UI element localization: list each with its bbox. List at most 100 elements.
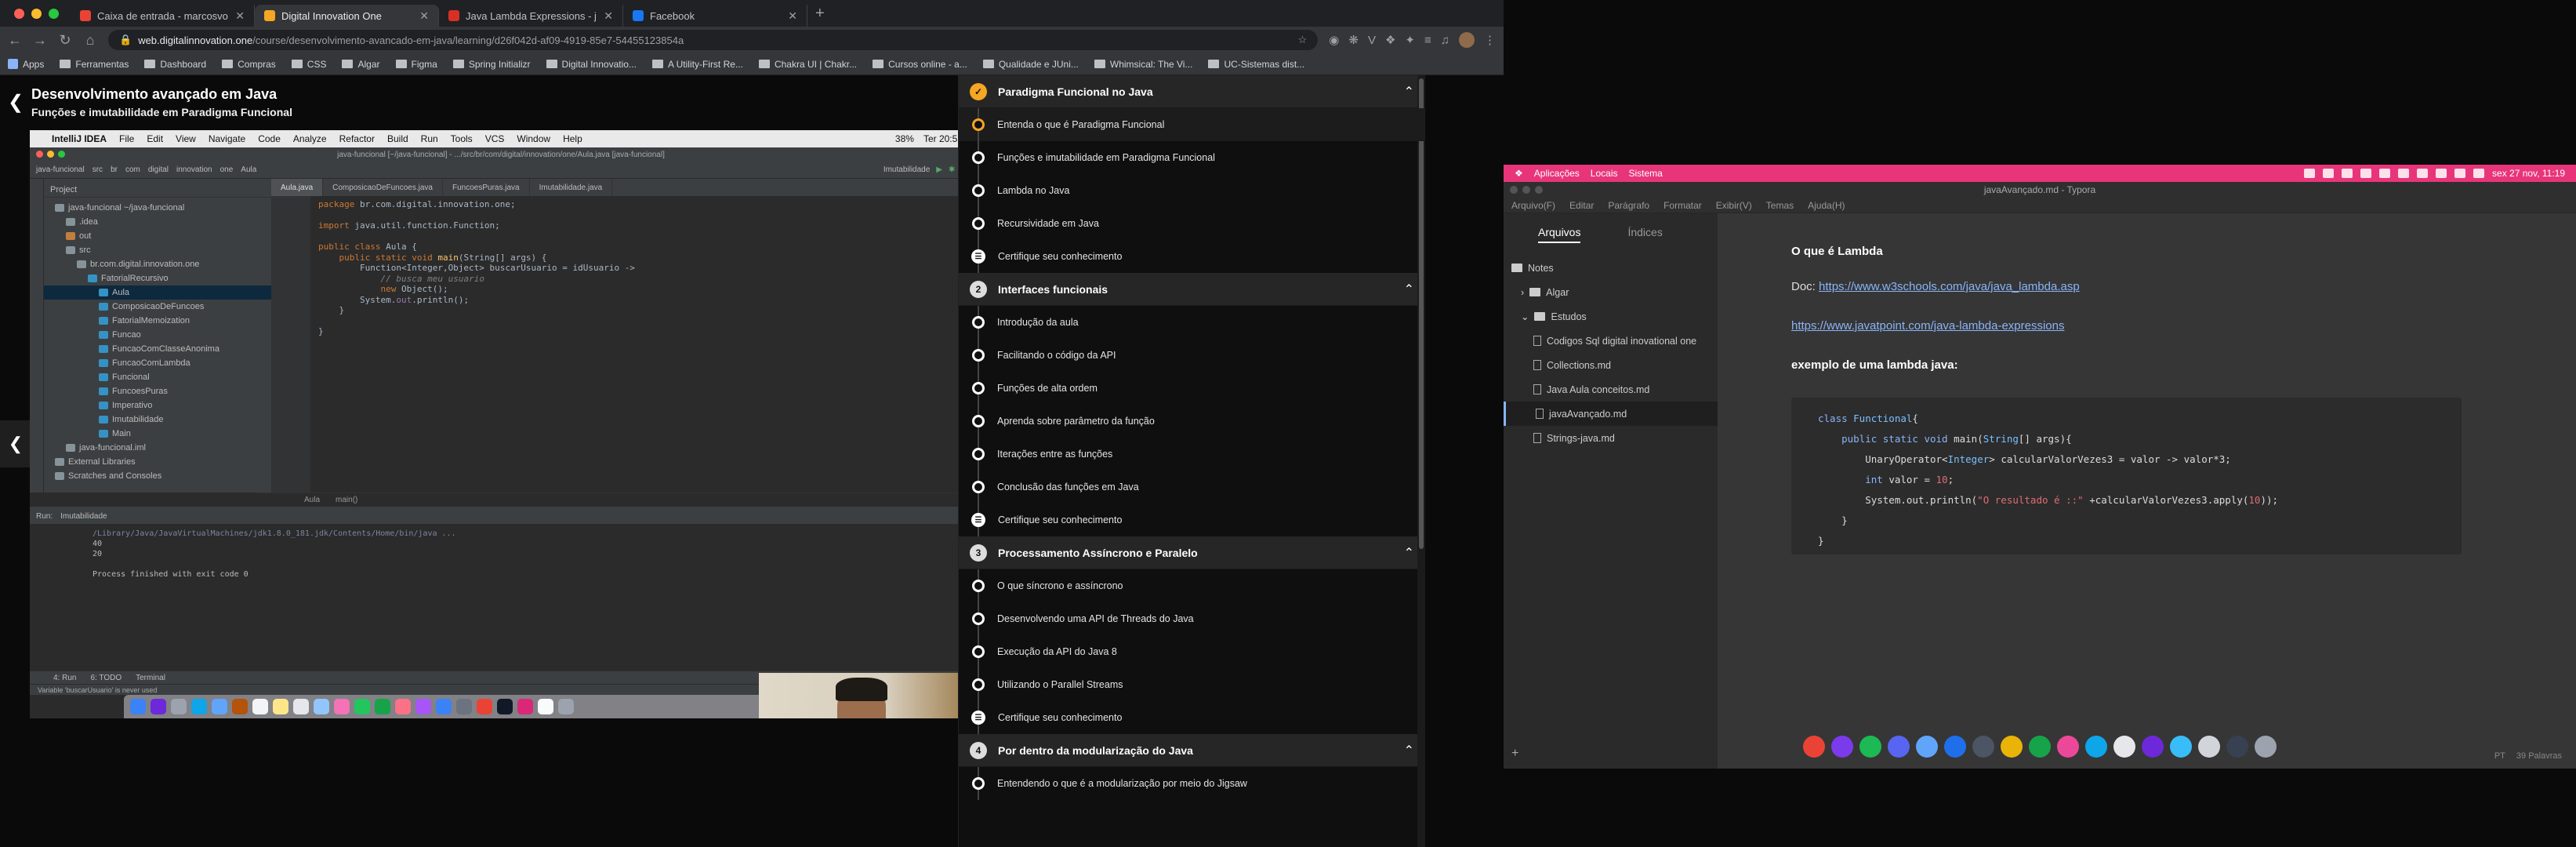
app-icon[interactable] [1831,736,1853,758]
lesson-item[interactable]: Desenvolvendo uma API de Threads do Java [959,602,1425,635]
chevron-up-icon[interactable]: ⌃ [1404,282,1414,297]
file-tree-item[interactable]: Java Aula conceitos.md [1504,377,1718,402]
file-tree-item[interactable]: javaAvançado.md [1504,402,1718,426]
app-icon[interactable] [2142,736,2164,758]
close-window-button[interactable] [1510,186,1518,194]
typora-menu-item[interactable]: Formatar [1664,200,1702,211]
app-icon[interactable] [2085,736,2107,758]
module-header[interactable]: 2 Interfaces funcionais ⌃ [959,273,1425,306]
maximize-window-button[interactable] [1535,186,1543,194]
bookmark-item[interactable]: Apps [8,59,44,70]
document-area[interactable]: O que é Lambda Doc: https://www.w3school… [1718,213,2576,769]
lesson-item[interactable]: Execução da API do Java 8 [959,635,1425,668]
bookmark-item[interactable]: A Utility-First Re... [651,59,743,70]
address-bar[interactable]: 🔒 web.digitalinnovation.one/course/desen… [108,30,1319,50]
back-arrow-icon[interactable]: ❮ [8,91,24,114]
bookmark-item[interactable]: Dashboard [144,59,206,70]
close-tab-icon[interactable]: ✕ [235,9,245,23]
lesson-item[interactable]: Entendendo o que é a modularização por m… [959,767,1425,800]
bookmark-item[interactable]: Algar [342,59,380,70]
file-tree-item[interactable]: Notes [1504,256,1718,280]
spotify-icon[interactable] [1859,736,1881,758]
app-icon[interactable] [2029,736,2051,758]
lesson-item[interactable]: Funções de alta ordem [959,372,1425,405]
queue-icon[interactable]: ≡ [1424,34,1431,47]
prev-lesson-icon[interactable]: ❮ [0,420,31,467]
star-icon[interactable]: ☆ [1298,34,1308,46]
menu-icon[interactable]: ⋮ [1484,33,1496,47]
lesson-item[interactable]: Introdução da aula [959,306,1425,339]
tab-files[interactable]: Arquivos [1538,226,1581,243]
lesson-item[interactable]: Utilizando o Parallel Streams [959,668,1425,701]
lesson-item[interactable]: Facilitando o código da API [959,339,1425,372]
battery-icon[interactable] [2473,169,2485,178]
typora-menu-item[interactable]: Editar [1569,200,1594,211]
close-tab-icon[interactable]: ✕ [788,9,797,23]
close-tab-icon[interactable]: ✕ [604,9,613,23]
module-header[interactable]: 4 Por dentro da modularização do Java ⌃ [959,734,1425,767]
shield-icon[interactable] [2417,169,2429,178]
close-tab-icon[interactable]: ✕ [419,9,429,23]
tray-icon[interactable] [2360,169,2372,178]
lesson-item[interactable]: ☰ Certifique seu conhecimento [959,701,1425,734]
bluetooth-icon[interactable] [2398,169,2410,178]
app-icon[interactable] [2001,736,2023,758]
monitor-icon[interactable] [2379,169,2391,178]
typora-menu-item[interactable]: Parágrafo [1608,200,1649,211]
chrome-icon[interactable] [1803,736,1825,758]
back-icon[interactable]: ← [8,32,22,49]
module-header[interactable]: ✓ Paradigma Funcional no Java ⌃ [959,75,1425,108]
bookmark-item[interactable]: UC-Sistemas dist... [1208,59,1304,70]
lesson-item[interactable]: O que síncrono e assíncrono [959,569,1425,602]
file-tree-item[interactable]: ⌄ Estudos [1504,304,1718,329]
app-icon[interactable] [2170,736,2192,758]
code-block[interactable]: class Functional{ public static void mai… [1791,398,2462,554]
bookmark-item[interactable]: Figma [395,59,437,70]
lesson-item[interactable]: Entenda o que é Paradigma Funcional [959,108,1425,141]
module-header[interactable]: 3 Processamento Assíncrono e Paralelo ⌃ [959,536,1425,569]
extension-icon[interactable]: ◉ [1329,33,1339,47]
maximize-window-button[interactable] [49,9,59,19]
settings-icon[interactable] [2255,736,2277,758]
doc-link-javatpoint[interactable]: https://www.javatpoint.com/java-lambda-e… [1791,319,2065,333]
browser-tab[interactable]: Caixa de entrada - marcosvo ✕ [71,5,255,27]
chevron-up-icon[interactable]: ⌃ [1404,545,1414,561]
discord-icon[interactable] [2323,169,2335,178]
minimize-window-button[interactable] [31,9,42,19]
volume-icon[interactable] [2454,169,2466,178]
discord-icon[interactable] [1888,736,1910,758]
tab-outline[interactable]: Índices [1627,226,1662,248]
app-icon[interactable] [1916,736,1938,758]
bookmark-item[interactable]: Ferramentas [60,59,129,70]
video-player[interactable]: IntelliJ IDEA File Edit View Navigate Code Ana… [30,130,972,718]
panel-menu-apps[interactable]: Aplicações [1534,168,1580,179]
browser-tab[interactable]: Facebook ✕ [623,5,807,27]
panel-clock[interactable]: sex 27 nov, 11:19 [2492,168,2565,179]
panel-menu-system[interactable]: Sistema [1628,168,1662,179]
app-icon[interactable] [2198,736,2220,758]
typora-icon[interactable] [2113,736,2135,758]
wifi-icon[interactable] [2436,169,2447,178]
lesson-item[interactable]: Conclusão das funções em Java [959,471,1425,503]
bookmark-item[interactable]: Qualidade e JUni... [982,59,1079,70]
close-window-button[interactable] [14,9,24,19]
file-tree-item[interactable]: Strings-java.md [1504,426,1718,450]
bookmark-item[interactable]: Chakra UI | Chakr... [758,59,857,70]
tray-icon[interactable] [2342,169,2353,178]
file-tree-item[interactable]: Collections.md [1504,353,1718,377]
extension-icon[interactable]: ❖ [1385,33,1395,47]
lesson-item[interactable]: Lambda no Java [959,174,1425,207]
chevron-up-icon[interactable]: ⌃ [1404,743,1414,758]
minimize-window-button[interactable] [1522,186,1530,194]
lesson-item[interactable]: ☰ Certifique seu conhecimento [959,240,1425,273]
vscode-icon[interactable] [1944,736,1966,758]
reload-icon[interactable]: ↻ [58,32,72,49]
media-icon[interactable]: ♫ [1441,34,1449,47]
extension-icon[interactable]: V [1368,34,1376,47]
typora-menu-item[interactable]: Ajuda(H) [1808,200,1845,211]
doc-link-w3schools[interactable]: https://www.w3schools.com/java/java_lamb… [1819,280,2080,293]
typora-menu-item[interactable]: Exibir(V) [1716,200,1752,211]
typora-menu-item[interactable]: Temas [1766,200,1794,211]
file-tree-item[interactable]: › Algar [1504,280,1718,304]
terminal-icon[interactable] [2226,736,2248,758]
